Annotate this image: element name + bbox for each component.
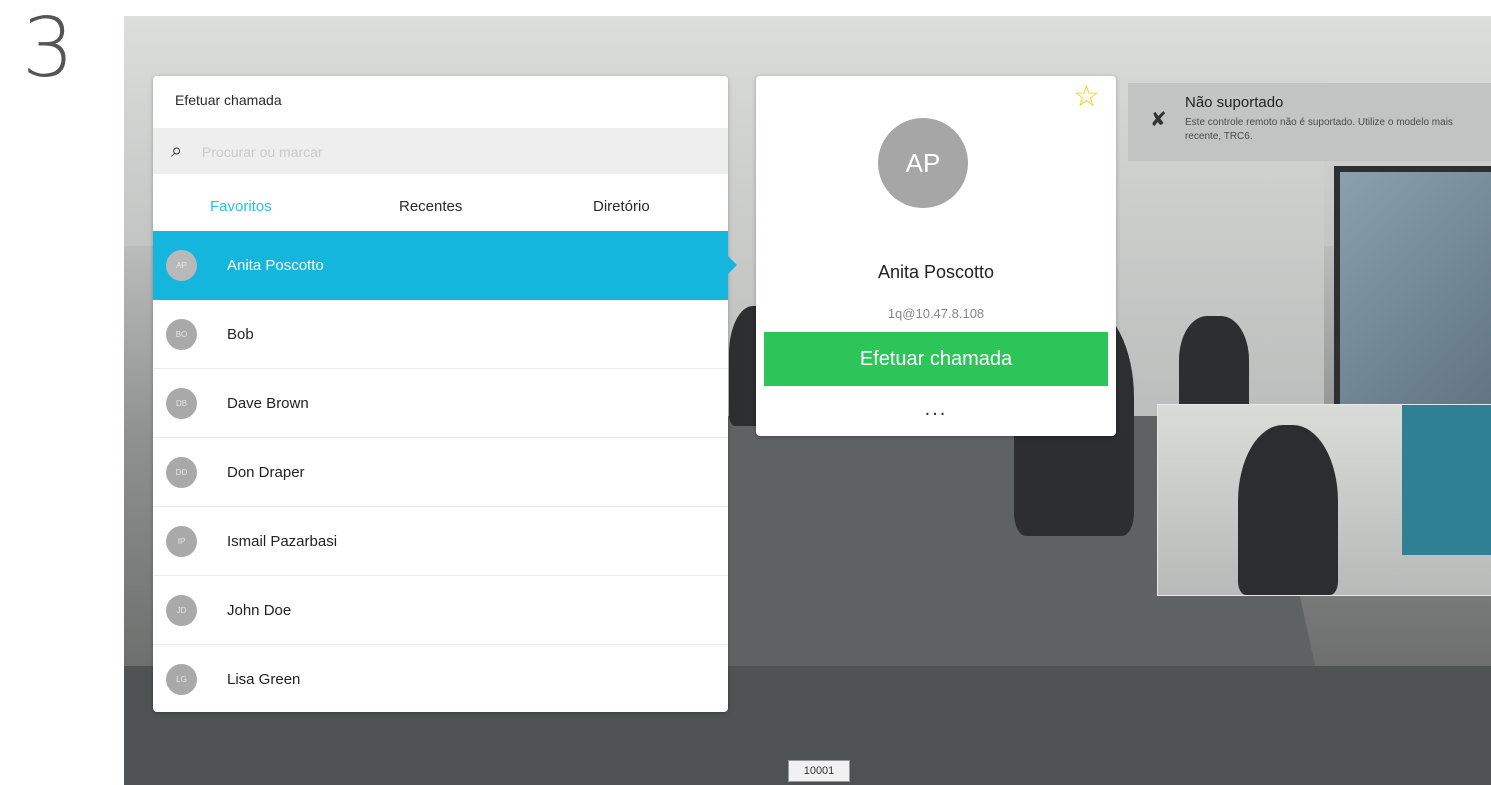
contact-avatar: DD bbox=[166, 457, 197, 488]
contact-avatar: BO bbox=[166, 319, 197, 350]
tab-recentes[interactable]: Recentes bbox=[399, 198, 462, 215]
contact-row[interactable]: IP Ismail Pazarbasi bbox=[153, 507, 728, 576]
panel-title: Efetuar chamada bbox=[175, 92, 282, 108]
contact-name: Dave Brown bbox=[227, 395, 309, 412]
avatar: AP bbox=[878, 118, 968, 208]
contact-row[interactable]: LG Lisa Green bbox=[153, 645, 728, 712]
contact-name: John Doe bbox=[227, 602, 292, 619]
contact-name: Don Draper bbox=[227, 464, 305, 481]
contact-name: Anita Poscotto bbox=[227, 257, 324, 274]
microphone-muted-icon: ✘ bbox=[1150, 107, 1167, 131]
more-options-button[interactable]: ... bbox=[756, 398, 1116, 421]
selection-pointer bbox=[728, 256, 737, 274]
step-number: 3 bbox=[22, 1, 75, 96]
contact-card-name: Anita Poscotto bbox=[877, 262, 995, 282]
search-input[interactable] bbox=[200, 139, 704, 165]
call-button[interactable]: Efetuar chamada bbox=[764, 332, 1108, 386]
contact-name: Lisa Green bbox=[227, 671, 301, 688]
contact-avatar: JD bbox=[166, 595, 197, 626]
contact-row[interactable]: AP Anita Poscotto bbox=[153, 231, 728, 300]
tab-favoritos[interactable]: Favoritos bbox=[210, 198, 272, 215]
contact-name: Bob bbox=[227, 326, 254, 343]
contact-card: ☆ AP Anita Poscotto 1q@10.47.8.108 Efetu… bbox=[756, 76, 1116, 436]
room-wall-picture bbox=[1334, 166, 1491, 438]
contact-row[interactable]: JD John Doe bbox=[153, 576, 728, 645]
pip-wall-panel bbox=[1402, 405, 1491, 555]
video-screen: ✘ Não suportado Este controle remoto não… bbox=[124, 16, 1491, 785]
unsupported-notice: ✘ Não suportado Este controle remoto não… bbox=[1128, 83, 1491, 161]
search-bar[interactable]: ⌕ bbox=[153, 128, 728, 174]
contact-name: Ismail Pazarbasi bbox=[227, 533, 338, 550]
system-id-badge: 10001 bbox=[788, 760, 850, 782]
contact-avatar: LG bbox=[166, 664, 197, 695]
contact-row[interactable]: DB Dave Brown bbox=[153, 369, 728, 438]
tab-bar: Favoritos Recentes Diretório bbox=[153, 188, 728, 228]
contact-card-address: 1q@10.47.8.108 bbox=[887, 306, 985, 321]
contact-avatar: DB bbox=[166, 388, 197, 419]
contact-row[interactable]: DD Don Draper bbox=[153, 438, 728, 507]
contact-avatar: IP bbox=[166, 526, 197, 557]
tab-diretorio[interactable]: Diretório bbox=[593, 198, 650, 215]
call-panel: Efetuar chamada ⌕ Favoritos Recentes Dir… bbox=[153, 76, 728, 712]
star-icon[interactable]: ☆ bbox=[1073, 82, 1100, 112]
contact-list: AP Anita Poscotto BO Bob DB Dave Brown D… bbox=[153, 231, 728, 712]
self-view-pip[interactable] bbox=[1157, 404, 1491, 596]
notice-title: Não suportado bbox=[1185, 94, 1284, 111]
pip-person bbox=[1238, 425, 1338, 595]
notice-text: Este controle remoto não é suportado. Ut… bbox=[1185, 117, 1453, 142]
search-icon: ⌕ bbox=[171, 138, 183, 162]
contact-row[interactable]: BO Bob bbox=[153, 300, 728, 369]
contact-avatar: AP bbox=[166, 250, 197, 281]
